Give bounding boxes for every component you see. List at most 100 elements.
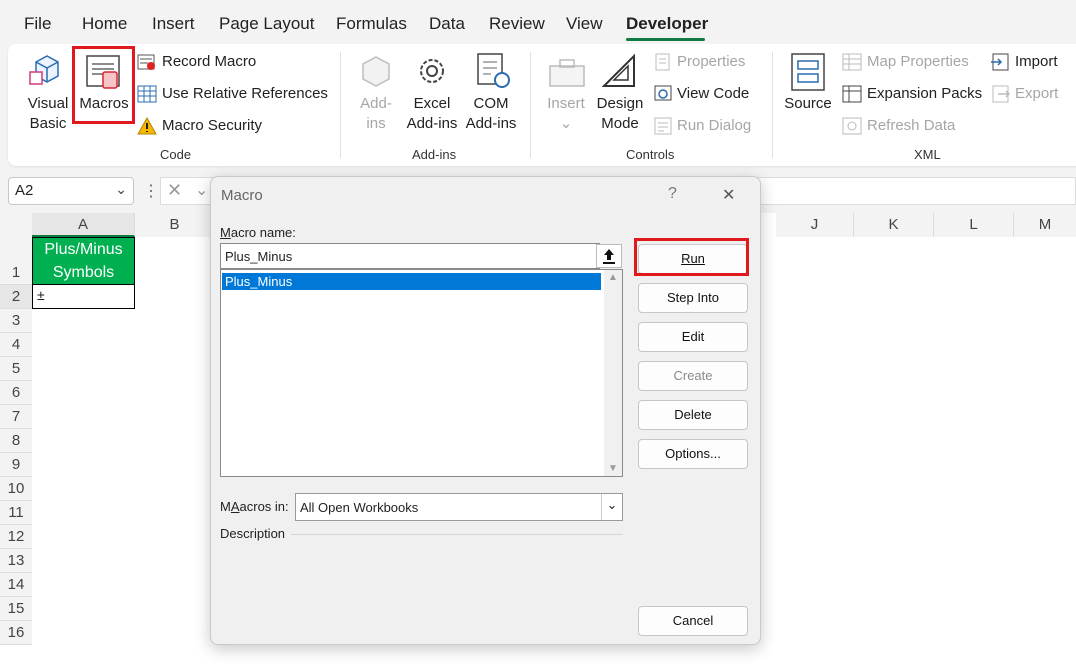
refresh-data-icon [842,117,862,135]
tab-developer[interactable]: Developer [626,14,708,34]
import-button[interactable]: Import [990,53,1058,71]
row-header-5[interactable]: 5 [0,357,32,381]
refresh-data-label: Refresh Data [867,117,956,134]
design-mode-label: Design Mode [596,95,644,132]
macro-name-input[interactable]: Plus_Minus [220,243,600,269]
options-button[interactable]: Options... [638,439,748,469]
properties-icon [655,53,670,71]
tab-file[interactable]: File [24,14,51,34]
row-header-13[interactable]: 13 [0,549,32,573]
expansion-packs-button[interactable]: Expansion Packs [842,85,982,103]
row-header-15[interactable]: 15 [0,597,32,621]
column-header-l[interactable]: L [934,213,1014,237]
name-box[interactable]: A2 ⌄ [8,177,134,205]
insert-control-button[interactable]: Insert ⌄ [540,94,592,134]
design-mode-button[interactable]: Design Mode [592,94,648,134]
tab-review[interactable]: Review [489,14,545,34]
upload-arrow-icon [603,249,615,264]
row-header-9[interactable]: 9 [0,453,32,477]
visual-basic-label: Visual Basic [27,95,69,132]
record-macro-button[interactable]: Record Macro [137,53,256,71]
row-header-6[interactable]: 6 [0,381,32,405]
collapse-dialog-button[interactable] [596,244,622,268]
com-addins-button[interactable]: COM Add-ins [462,94,520,134]
view-code-button[interactable]: View Code [654,85,749,103]
macro-list[interactable]: Plus_Minus ▲ ▼ [220,269,623,477]
macro-security-button[interactable]: Macro Security [137,117,262,135]
macros-highlight-box [72,46,135,124]
warning-icon [137,117,157,135]
group-separator [340,52,341,158]
map-properties-icon [842,53,862,71]
name-box-value: A2 [15,182,34,199]
row-header-3[interactable]: 3 [0,309,32,333]
create-button[interactable]: Create [638,361,748,391]
run-highlight-box [634,238,749,276]
properties-button[interactable]: Properties [654,53,745,71]
cell-a1[interactable]: Plus/Minus Symbols [32,237,135,285]
help-icon[interactable]: ? [668,185,677,203]
column-header-m[interactable]: M [1014,213,1076,237]
cancel-formula-icon[interactable]: ✕ [167,180,182,201]
scroll-up-icon[interactable]: ▲ [608,272,618,283]
active-tab-indicator [626,38,705,41]
tab-page-layout[interactable]: Page Layout [219,14,314,34]
tab-insert[interactable]: Insert [152,14,195,34]
view-code-label: View Code [677,85,750,102]
tab-view[interactable]: View [566,14,603,34]
edit-button[interactable]: Edit [638,322,748,352]
macro-security-label: Macro Security [162,117,263,134]
step-into-button[interactable]: Step Into [638,283,748,313]
run-dialog-button[interactable]: Run Dialog [654,117,751,135]
row-header-12[interactable]: 12 [0,525,32,549]
row-header-11[interactable]: 11 [0,501,32,525]
chevron-down-icon[interactable]: ⌄ [601,494,622,520]
group-separator [772,52,773,158]
row-header-7[interactable]: 7 [0,405,32,429]
tab-formulas[interactable]: Formulas [336,14,407,34]
addins-icon [358,54,394,95]
select-all-corner[interactable] [0,213,32,237]
addins-button[interactable]: Add- ins [350,94,402,134]
list-item[interactable]: Plus_Minus [222,273,601,290]
macros-in-select[interactable]: All Open Workbooks ⌄ [295,493,623,521]
row-header-1[interactable]: 1 [0,237,32,285]
column-header-a[interactable]: A [32,213,135,237]
design-mode-icon [600,52,638,95]
export-button[interactable]: Export [990,85,1058,103]
column-header-b[interactable]: B [135,213,215,237]
row-header-14[interactable]: 14 [0,573,32,597]
row-header-8[interactable]: 8 [0,429,32,453]
tab-home[interactable]: Home [82,14,127,34]
row-header-16[interactable]: 16 [0,621,32,645]
row-header-4[interactable]: 4 [0,333,32,357]
formula-bar-grip-icon: ⋮ [143,183,159,200]
expansion-packs-label: Expansion Packs [867,85,983,102]
export-icon [992,85,1011,103]
cell-a2[interactable]: ± [32,285,135,309]
macros-in-label-text: acros in: [239,499,289,514]
description-divider [291,534,623,535]
source-button[interactable]: Source [782,94,834,114]
code-group-label: Code [160,147,192,162]
macro-dialog: Macro ? ✕ Macro name: Plus_Minus Plus_Mi… [210,176,761,645]
refresh-data-button[interactable]: Refresh Data [842,117,955,135]
addins-label: Add- ins [360,95,392,132]
excel-addins-button[interactable]: Excel Add-ins [402,94,462,134]
cancel-button[interactable]: Cancel [638,606,748,636]
delete-button[interactable]: Delete [638,400,748,430]
visual-basic-button[interactable]: Visual Basic [20,94,76,134]
row-header-2[interactable]: 2 [0,285,32,309]
export-label: Export [1015,85,1059,102]
row-header-10[interactable]: 10 [0,477,32,501]
close-icon[interactable]: ✕ [722,185,735,205]
column-header-k[interactable]: K [854,213,934,237]
record-macro-icon [137,54,155,71]
use-relative-references-button[interactable]: Use Relative References [137,85,328,103]
map-properties-button[interactable]: Map Properties [842,53,969,71]
macros-in-label: MAacros in: [220,499,289,514]
tab-data[interactable]: Data [429,14,465,34]
column-header-j[interactable]: J [776,213,854,237]
scroll-down-icon[interactable]: ▼ [608,463,618,474]
list-scrollbar[interactable]: ▲ ▼ [604,270,622,476]
